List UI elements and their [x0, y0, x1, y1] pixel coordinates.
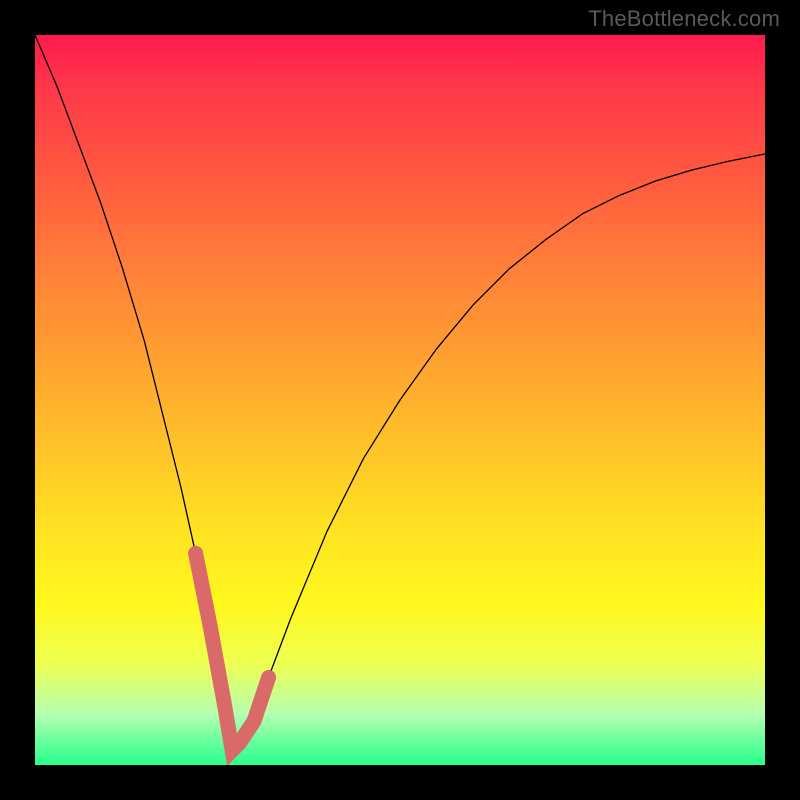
highlight-segment — [196, 553, 269, 750]
plot-area — [35, 35, 765, 765]
chart-frame: TheBottleneck.com — [0, 0, 800, 800]
curve-svg — [35, 35, 765, 765]
bottleneck-curve — [35, 35, 765, 750]
watermark-text: TheBottleneck.com — [588, 6, 780, 32]
